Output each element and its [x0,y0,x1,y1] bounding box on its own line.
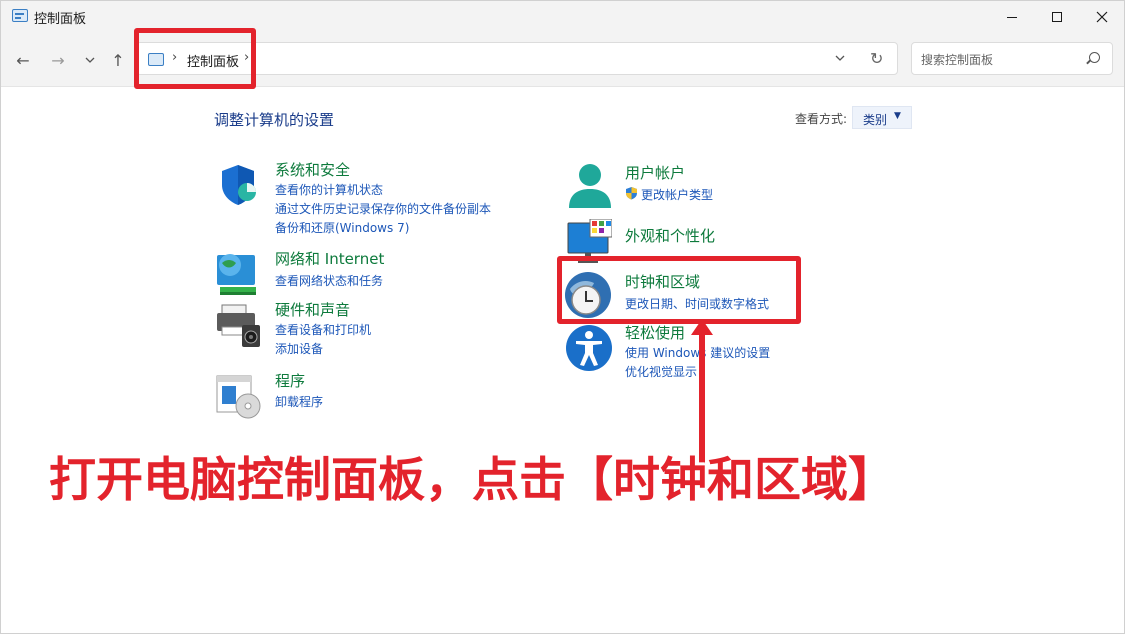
recent-locations-button[interactable] [77,47,103,73]
accessibility-icon[interactable] [564,323,612,371]
category-link[interactable]: 查看设备和打印机 [275,321,371,338]
back-arrow-icon: ← [16,50,30,70]
user-icon[interactable] [564,162,612,210]
page-title: 调整计算机的设置 [214,111,335,129]
forward-arrow-icon: → [51,50,65,70]
search-placeholder: 搜索控制面板 [921,53,994,67]
category-title[interactable]: 网络和 Internet [275,248,384,269]
maximize-button[interactable] [1034,1,1080,33]
caret-down-icon: ▼ [894,111,901,121]
category-link[interactable]: 备份和还原(Windows 7) [275,219,409,236]
annotation-callout: 打开电脑控制面板，点击【时钟和区域】 [49,453,895,508]
category-title[interactable]: 程序 [275,370,305,391]
address-dropdown-button[interactable] [835,50,845,64]
back-button[interactable]: ← [10,47,36,73]
highlight-box-address [134,28,256,89]
forward-button[interactable]: → [45,47,71,73]
programs-disc-icon[interactable] [214,372,262,420]
minimize-icon [1007,16,1017,18]
highlight-box-clock-region [557,256,801,324]
printer-speaker-icon[interactable] [214,301,262,349]
close-button[interactable] [1079,1,1125,33]
category-link[interactable]: 查看网络状态和任务 [275,272,383,289]
maximize-icon [1052,12,1062,22]
refresh-button[interactable]: ↻ [870,49,883,68]
network-globe-icon[interactable] [214,249,262,297]
category-link[interactable]: 使用 Windows 建议的设置 [625,344,770,361]
search-icon[interactable] [1089,52,1100,63]
window-title: 控制面板 [34,12,87,27]
view-by-label: 查看方式: [795,112,848,126]
category-link[interactable]: 查看你的计算机状态 [275,181,383,198]
shield-icon[interactable] [214,161,262,209]
minimize-button[interactable] [989,1,1035,33]
view-by-dropdown[interactable]: 类别 ▼ [852,106,912,129]
control-panel-window: 控制面板 ← → ↑ › 控制面板 › ↻ 搜索控制面板 调整计算机的设置 查看… [0,0,1125,634]
refresh-icon: ↻ [870,49,884,68]
category-link[interactable]: 通过文件历史记录保存你的文件备份副本 [275,200,491,217]
view-by-value: 类别 [863,113,888,127]
category-title[interactable]: 硬件和声音 [275,299,350,320]
category-title[interactable]: 外观和个性化 [625,225,715,246]
category-link[interactable]: 添加设备 [275,340,323,357]
up-arrow-icon: ↑ [111,50,125,70]
category-title[interactable]: 轻松使用 [625,322,685,343]
chevron-down-icon [835,55,845,61]
search-input[interactable]: 搜索控制面板 [911,42,1113,75]
category-title[interactable]: 用户帐户 [625,162,685,183]
arrow-up-icon [691,319,713,335]
up-button[interactable]: ↑ [105,47,131,73]
control-panel-icon [12,9,28,22]
category-title[interactable]: 系统和安全 [275,159,350,180]
category-link[interactable]: 卸载程序 [275,393,323,410]
chevron-down-icon [85,57,95,63]
category-link[interactable]: 优化视觉显示 [625,363,697,380]
category-link[interactable]: 更改帐户类型 [641,186,713,203]
close-icon [1096,11,1108,23]
uac-shield-icon [626,187,637,200]
